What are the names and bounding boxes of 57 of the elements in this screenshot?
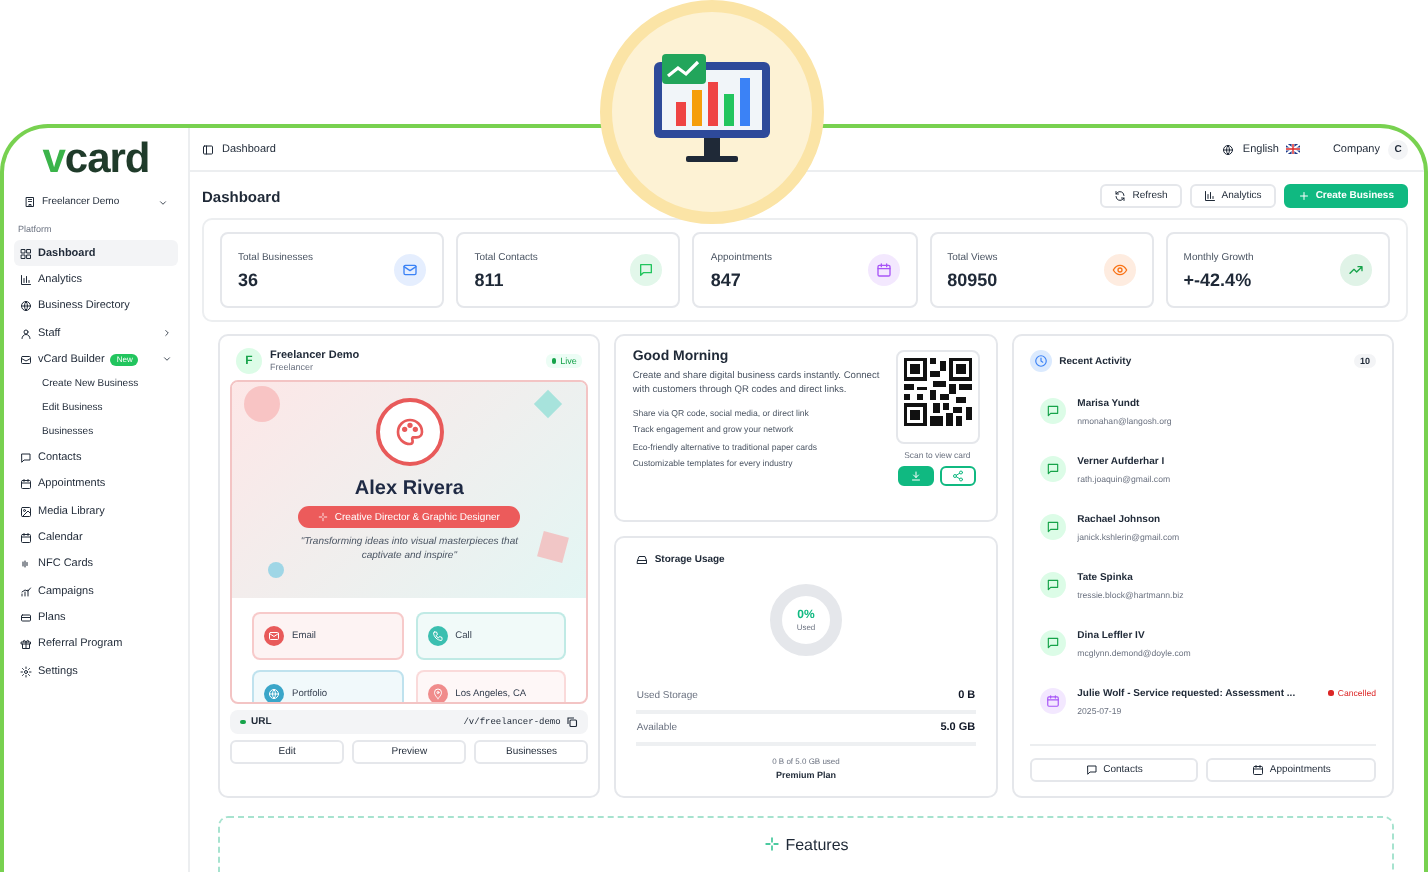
stat-value: +-42.4% bbox=[1183, 269, 1254, 289]
share-button[interactable] bbox=[940, 466, 977, 486]
message-icon bbox=[1045, 520, 1060, 534]
chevron-down-icon bbox=[162, 354, 172, 365]
gift-icon bbox=[20, 638, 32, 651]
plus-icon bbox=[1297, 190, 1310, 202]
stat-value: 811 bbox=[474, 269, 506, 289]
sidebar-toggle-icon bbox=[202, 143, 214, 155]
eye-icon bbox=[1111, 262, 1128, 278]
trend-up-icon bbox=[1347, 262, 1364, 278]
qr-code bbox=[895, 350, 980, 444]
credit-card-icon bbox=[20, 611, 32, 624]
envelope-icon bbox=[402, 262, 419, 278]
phone-icon bbox=[431, 630, 444, 642]
calendar-icon bbox=[20, 478, 32, 491]
dashboard-icon bbox=[20, 247, 32, 260]
globe-icon bbox=[20, 300, 32, 313]
refresh-icon bbox=[1114, 190, 1127, 202]
building-icon bbox=[24, 196, 36, 208]
message-icon bbox=[1085, 764, 1098, 776]
globe-icon bbox=[1222, 143, 1235, 155]
bar-chart-icon bbox=[1203, 190, 1216, 202]
id-card-icon bbox=[20, 353, 32, 366]
stat-value: 847 bbox=[710, 269, 743, 289]
flag-icon bbox=[1286, 144, 1301, 154]
message-icon bbox=[1045, 462, 1060, 476]
message-icon bbox=[1045, 636, 1060, 650]
vcard-logo: vcard bbox=[40, 136, 152, 184]
image-icon bbox=[20, 505, 32, 518]
calendar-icon bbox=[1045, 694, 1060, 708]
message-icon bbox=[1045, 404, 1060, 418]
calendar-icon bbox=[20, 532, 32, 545]
settings-icon bbox=[20, 665, 32, 677]
message-icon bbox=[1045, 578, 1060, 592]
stat-value: 36 bbox=[238, 269, 261, 289]
calendar-icon bbox=[1251, 764, 1264, 776]
calendar-icon bbox=[875, 262, 892, 278]
sparkle-icon bbox=[763, 836, 780, 852]
download-button[interactable] bbox=[898, 466, 935, 486]
sparkle-icon bbox=[318, 512, 329, 522]
copy-icon[interactable] bbox=[566, 716, 579, 728]
message-icon bbox=[20, 452, 32, 465]
palette-icon bbox=[393, 416, 426, 448]
clock-icon bbox=[1033, 354, 1048, 368]
stat-value: 80950 bbox=[947, 269, 1000, 289]
share-icon bbox=[952, 470, 965, 482]
message-icon bbox=[638, 262, 655, 278]
bar-chart-icon bbox=[20, 273, 32, 286]
profile-name: Alex Rivera bbox=[354, 478, 464, 500]
hard-drive-icon bbox=[636, 554, 649, 566]
section-title: Features bbox=[785, 835, 849, 853]
chevron-right-icon bbox=[162, 328, 172, 339]
line-chart-icon bbox=[20, 585, 32, 598]
download-icon bbox=[910, 470, 923, 482]
person-icon bbox=[20, 327, 32, 340]
chevron-down-icon bbox=[158, 197, 168, 207]
envelope-icon bbox=[268, 630, 280, 642]
